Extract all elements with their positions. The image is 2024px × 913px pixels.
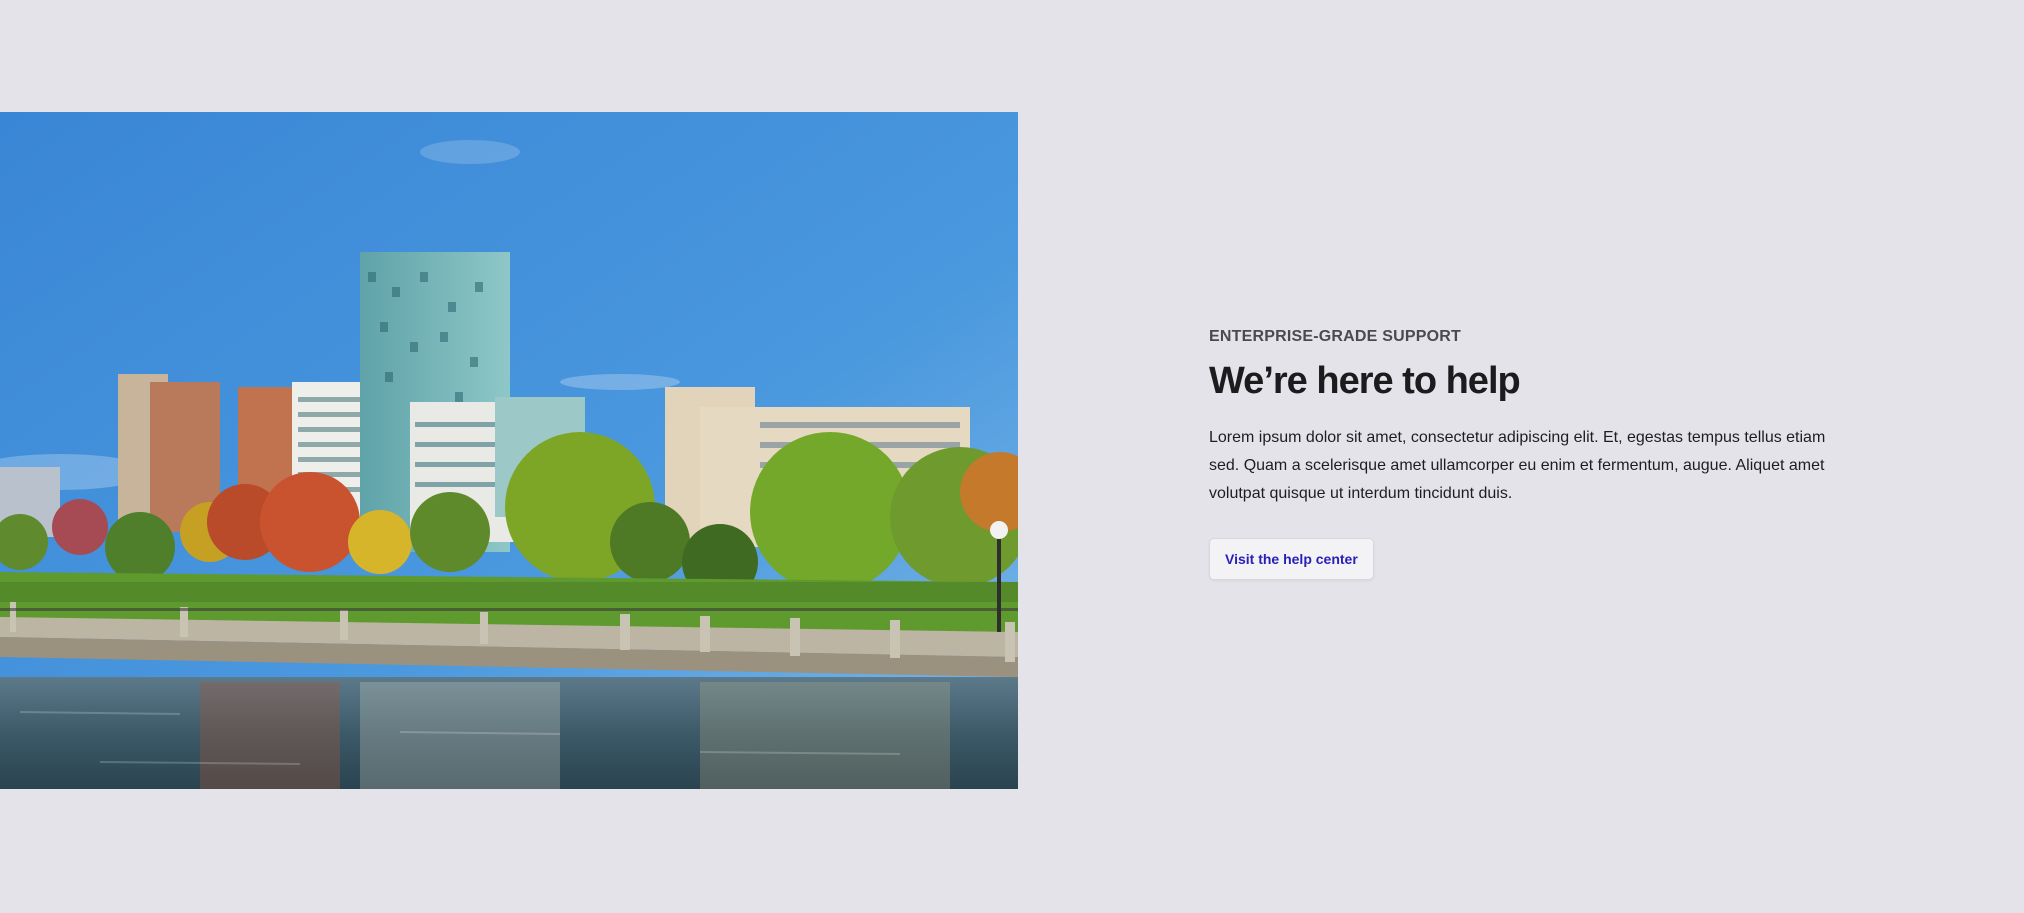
campus-photo-illustration (0, 112, 1018, 789)
section-eyebrow: ENTERPRISE-GRADE SUPPORT (1209, 328, 1461, 345)
visit-help-center-button[interactable]: Visit the help center (1209, 538, 1374, 580)
hero-photo (0, 112, 1018, 789)
section-description: Lorem ipsum dolor sit amet, consectetur … (1209, 429, 1826, 502)
section-title: We’re here to help (1209, 360, 1521, 402)
support-section: ENTERPRISE-GRADE SUPPORT We’re here to h… (1209, 326, 1849, 580)
